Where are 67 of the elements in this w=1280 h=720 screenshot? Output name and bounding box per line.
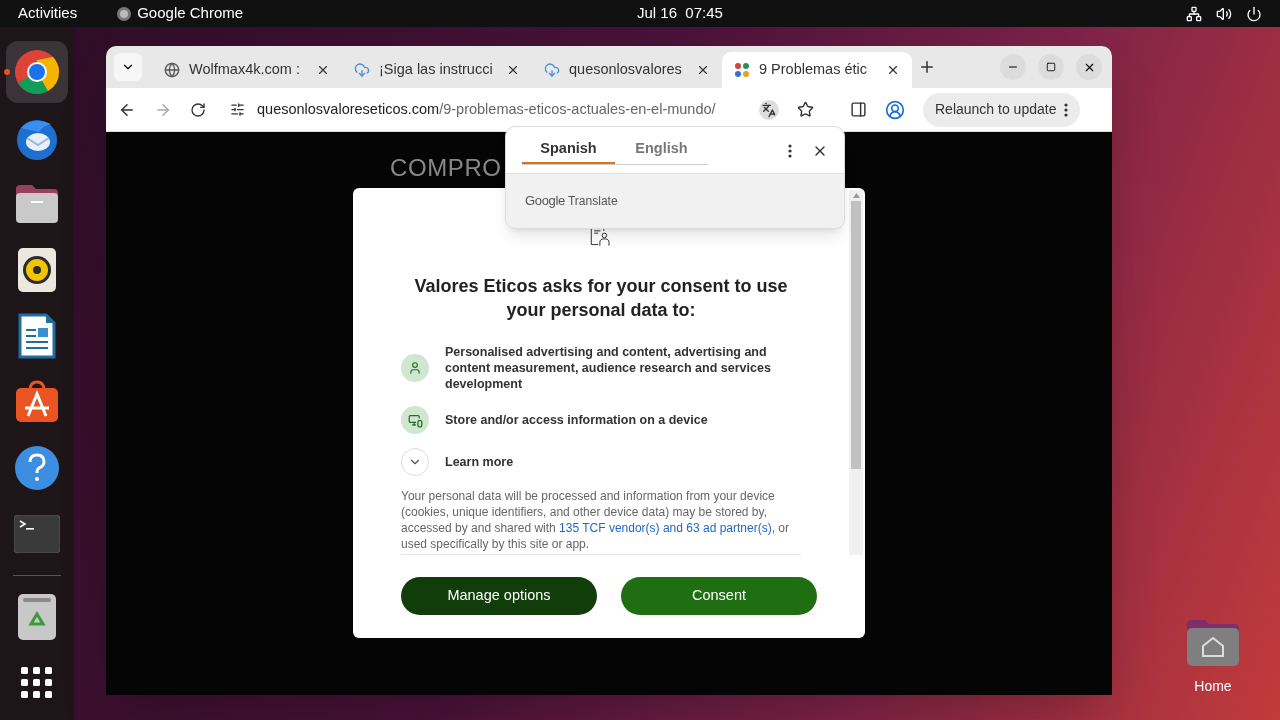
tab-title: Wolfmax4k.com :	[189, 60, 301, 80]
relaunch-button[interactable]: Relaunch to update	[923, 92, 1081, 127]
browser-icon	[13, 48, 61, 96]
volume-icon[interactable]	[1216, 5, 1232, 22]
profile-icon[interactable]	[885, 99, 905, 120]
language-tab[interactable]: Spanish	[522, 136, 615, 164]
cloud-download-icon	[544, 62, 560, 78]
site-settings-icon[interactable]	[230, 102, 245, 117]
side-panel-icon[interactable]	[850, 101, 867, 118]
tab-title: 9 Problemas étic	[759, 60, 868, 80]
data-notice: Your personal data will be processed and information from your device (cookies, unique identifiers, and other device data) may be stored by, accessed by and shared with 135 TCF vendor(s) and 63 ad partner(s), or used specifically by this site or app.	[401, 488, 801, 555]
activities-button[interactable]: Activities	[18, 2, 78, 25]
url-text: quesonlosvaloreseticos.com/9-problemas-eticos-actuales-en-el-mundo/	[257, 99, 716, 119]
page-heading: COMPRO	[390, 154, 502, 182]
document-icon	[18, 313, 56, 359]
clock[interactable]: Jul 16 07:45	[637, 2, 723, 25]
dock-item[interactable]	[6, 41, 68, 103]
site-logo-icon	[734, 62, 750, 78]
new-tab-icon[interactable]	[918, 58, 936, 76]
desktop-icon-label: Home	[1194, 677, 1232, 696]
learn-more-label[interactable]: Learn more	[445, 452, 514, 472]
more-icon	[1064, 102, 1069, 117]
maximize-icon	[1046, 62, 1056, 72]
consent-button[interactable]: Consent	[621, 577, 817, 615]
reload-icon[interactable]	[190, 101, 206, 118]
browser-tab[interactable]: Wolfmax4k.com :	[152, 52, 342, 88]
language-tab[interactable]: English	[615, 136, 708, 164]
devices-icon	[401, 406, 429, 434]
tab-title: ¡Siga las instrucci	[379, 60, 494, 80]
maximize-button[interactable]	[1038, 54, 1064, 80]
more-icon[interactable]	[788, 144, 792, 158]
manage-options-button[interactable]: Manage options	[401, 577, 597, 615]
brand-name: Google	[525, 192, 565, 211]
globe-icon	[164, 62, 180, 78]
tab-title: quesonlosvalores	[569, 60, 683, 80]
browser-tab[interactable]: 9 Problemas étic	[722, 52, 912, 88]
bookmark-icon[interactable]	[797, 101, 814, 118]
close-tab-icon[interactable]	[506, 63, 520, 77]
power-icon[interactable]	[1246, 5, 1262, 22]
close-tab-icon[interactable]	[886, 63, 900, 77]
purpose-text: Store and/or access information on a device	[445, 412, 708, 428]
recycle-bin-icon	[18, 594, 56, 640]
app-grid-icon	[21, 667, 53, 699]
translate-icon[interactable]	[759, 99, 779, 120]
close-tab-icon[interactable]	[316, 63, 330, 77]
browser-tab[interactable]: quesonlosvalores	[532, 52, 722, 88]
terminal-icon	[14, 515, 60, 553]
browser-tab[interactable]: ¡Siga las instrucci	[342, 52, 532, 88]
consent-title: Valores Eticos asks for your consent to use your personal data to:	[413, 275, 789, 322]
network-icon[interactable]	[1186, 5, 1202, 22]
scrollbar[interactable]	[849, 190, 863, 555]
cloud-download-icon	[354, 62, 370, 78]
speaker-icon	[18, 248, 56, 292]
close-tab-icon[interactable]	[696, 63, 710, 77]
home-folder-icon[interactable]	[1185, 618, 1241, 668]
close-button[interactable]	[1076, 54, 1102, 80]
vendors-link[interactable]: 135 TCF vendor(s) and 63 ad partner(s)	[559, 521, 772, 535]
purpose-text: Personalised advertising and content, advertising and content measurement, audience research and services development	[445, 344, 772, 392]
minimize-button[interactable]	[1000, 54, 1026, 80]
folder-icon	[14, 183, 60, 225]
shopping-bag-icon	[14, 380, 60, 424]
person-icon	[401, 354, 429, 382]
running-indicator	[4, 69, 10, 75]
help-icon	[14, 445, 60, 491]
app-name[interactable]: Google Chrome	[137, 2, 244, 25]
app-icon	[117, 6, 132, 21]
product-name: Translate	[568, 193, 618, 210]
